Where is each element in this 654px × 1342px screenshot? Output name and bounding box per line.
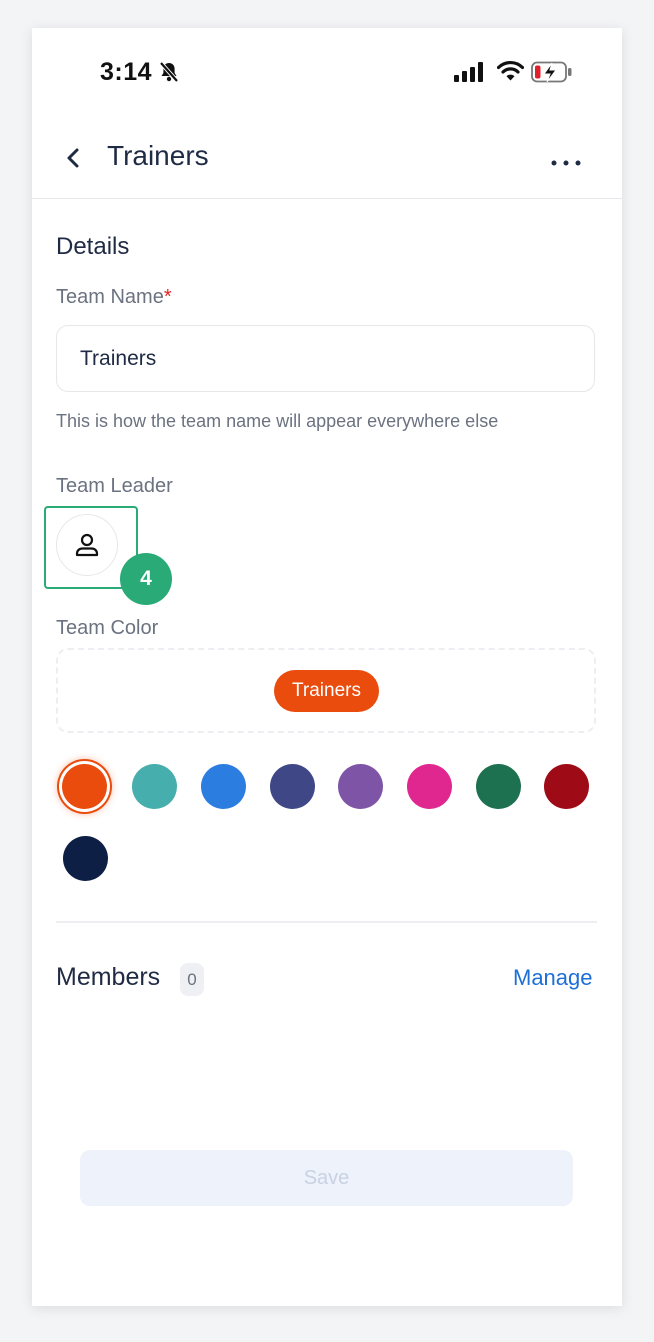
- team-preview-chip: Trainers: [274, 670, 379, 712]
- color-swatch-navy[interactable]: [63, 836, 108, 881]
- members-heading: Members: [56, 963, 161, 991]
- status-time: 3:14: [100, 58, 153, 86]
- members-count-badge: 0: [180, 963, 204, 996]
- details-heading: Details: [56, 233, 130, 260]
- team-name-label: Team Name*: [56, 286, 172, 309]
- phone-screen: 3:14 Trainers Details Team Name* Trainer…: [32, 28, 622, 1306]
- color-swatch-orange[interactable]: [62, 764, 107, 809]
- chevron-left-icon[interactable]: [62, 145, 86, 176]
- step-badge: 4: [120, 553, 172, 605]
- team-leader-label: Team Leader: [56, 475, 173, 497]
- team-name-input[interactable]: [56, 325, 595, 392]
- team-name-hint: This is how the team name will appear ev…: [56, 411, 499, 431]
- color-swatch-teal[interactable]: [132, 764, 177, 809]
- page-title: Trainers: [107, 140, 209, 171]
- color-swatch-purple[interactable]: [338, 764, 383, 809]
- wifi-icon: [496, 60, 525, 87]
- save-button[interactable]: Save: [80, 1150, 573, 1206]
- team-name-label-text: Team Name: [56, 286, 164, 308]
- manage-members-link[interactable]: Manage: [513, 965, 593, 991]
- battery-charging-icon: [531, 61, 573, 88]
- signal-icon: [454, 62, 485, 87]
- required-mark: *: [163, 286, 172, 308]
- user-icon: [75, 533, 99, 557]
- bell-slash-icon: [158, 61, 180, 88]
- color-swatch-indigo[interactable]: [270, 764, 315, 809]
- color-swatch-blue[interactable]: [201, 764, 246, 809]
- top-navigation-bar: Trainers: [32, 118, 622, 199]
- color-swatch-crimson[interactable]: [544, 764, 589, 809]
- status-bar: 3:14: [32, 28, 622, 118]
- section-divider: [56, 921, 597, 923]
- team-color-label: Team Color: [56, 617, 159, 639]
- more-horizontal-icon[interactable]: [550, 154, 582, 172]
- color-swatch-green[interactable]: [476, 764, 521, 809]
- team-leader-picker[interactable]: [56, 514, 118, 576]
- color-swatch-pink[interactable]: [407, 764, 452, 809]
